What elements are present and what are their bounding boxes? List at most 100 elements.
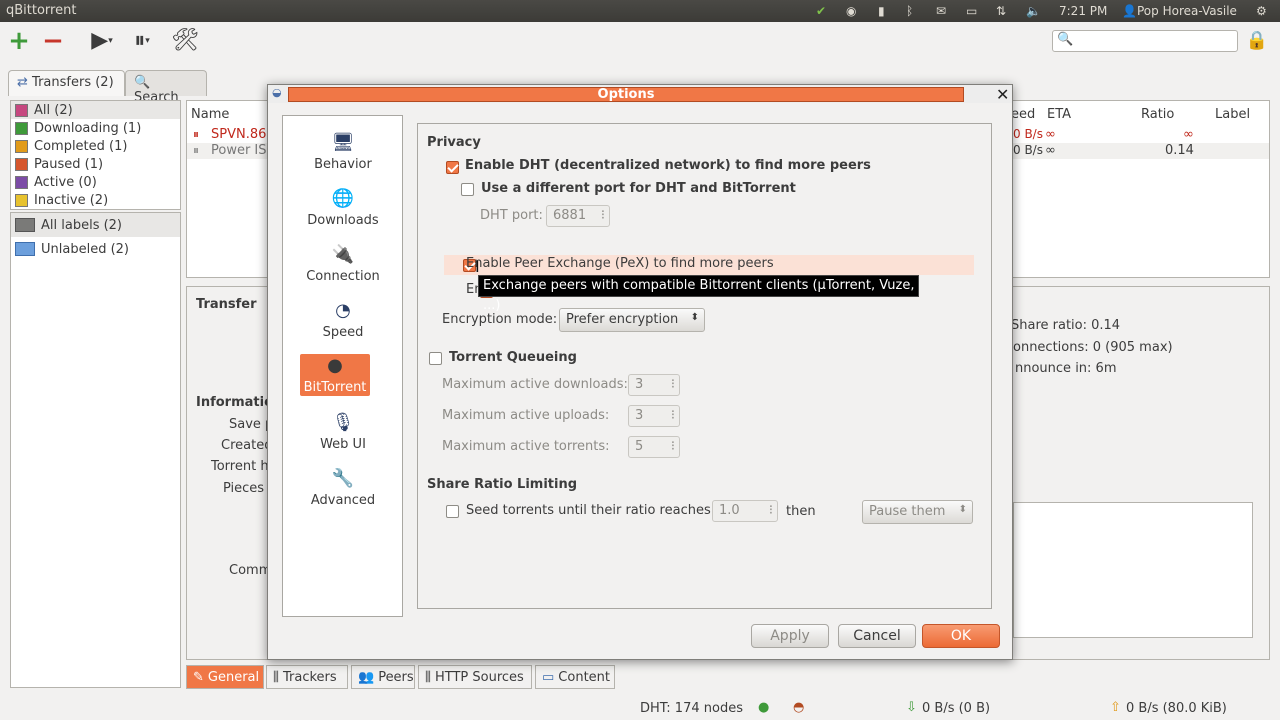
max-downloads-spinbox[interactable]: 3 [628,374,680,396]
dht-checkbox[interactable] [446,161,459,174]
cancel-button[interactable]: Cancel [838,624,916,648]
label-item-all[interactable]: All labels (2) [11,213,180,237]
tab-content-label: Content [558,669,610,685]
dht-port-spinbox[interactable]: 6881 [546,205,610,227]
battery-icon[interactable]: ▮ [878,2,885,20]
network-icon[interactable]: ⇅ [996,2,1006,20]
download-speed[interactable]: 0 B/s (0 B) [922,701,990,716]
filter-item-paused[interactable]: Paused (1) [11,155,180,173]
tab-general[interactable]: ✎ General [186,665,264,689]
column-header-name[interactable]: Name [191,107,229,122]
upload-arrow-icon: ⇧ [1110,700,1121,715]
completed-icon [15,139,28,153]
user-name[interactable]: Pop Horea-Vasile [1137,2,1237,20]
nav-behavior[interactable]: 🖥 Behavior [283,116,403,173]
row-eta: ∞ [1045,143,1056,158]
column-header-speed[interactable]: eed [1011,107,1035,122]
session-gear-icon[interactable]: ⚙ [1256,2,1267,20]
chat-icon[interactable]: ◉ [846,2,856,20]
connections-value: onnections: 0 (905 max) [1013,340,1173,355]
ok-button[interactable]: OK [922,624,1000,648]
update-icon[interactable]: ✔ [816,2,826,20]
tab-transfers[interactable]: ⇄ Transfers (2) [8,70,125,96]
start-icon[interactable]: ▶︎ ▾ [82,26,122,56]
nav-webui[interactable]: 🎙 Web UI [283,396,403,453]
dialog-menu-icon[interactable]: ◒ [272,86,282,99]
add-torrent-icon[interactable]: + [4,26,34,56]
upload-speed[interactable]: 0 B/s (80.0 KiB) [1126,701,1227,716]
nav-label: Speed [322,325,364,340]
apply-button[interactable]: Apply [751,624,829,648]
downloads-icon: 🌐 [331,188,355,209]
column-header-eta[interactable]: ETA [1047,107,1071,122]
webui-icon: 🎙 [331,412,355,433]
max-uploads-spinbox[interactable]: 3 [628,405,680,427]
nav-bittorrent[interactable]: ● BitTorrent [300,354,370,396]
max-torrents-spinbox[interactable]: 5 [628,436,680,458]
dht-status: DHT: 174 nodes [640,701,743,716]
connection-status-icon[interactable]: ● [758,700,769,715]
mail-icon[interactable]: ✉ [936,2,946,20]
dht-port-label: DHT port: [480,208,543,223]
tab-http-sources[interactable]: ⫼ HTTP Sources [418,665,532,689]
close-icon[interactable]: ✕ [996,85,1009,104]
row-eta: ∞ [1045,127,1056,142]
pex-tooltip: Exchange peers with compatible Bittorren… [478,275,919,313]
tab-content[interactable]: ▭ Content [535,665,615,689]
label-item-unlabeled[interactable]: Unlabeled (2) [11,237,180,261]
comment-label: Comm [229,563,272,578]
encryption-mode-select[interactable]: Prefer encryption ⬍ [559,308,705,332]
tab-search[interactable]: 🔍 Search [125,70,207,105]
behavior-icon: 🖥 [331,132,355,153]
ratio-action-select[interactable]: Pause them ⬍ [862,500,973,524]
download-arrow-icon: ⇩ [906,700,917,715]
filter-item-downloading[interactable]: Downloading (1) [11,119,180,137]
lock-icon[interactable]: 🔒 [1242,26,1272,56]
nav-label: Advanced [310,493,376,508]
max-downloads-label: Maximum active downloads: [442,377,628,392]
speed-limit-icon[interactable]: ◓ [793,700,804,715]
nav-connection[interactable]: 🔌 Connection [283,228,403,285]
filter-label: Completed (1) [34,138,128,154]
tab-peers[interactable]: 👥 Peers [351,665,415,689]
ratio-spinbox[interactable]: 1.0 [712,500,778,522]
remove-torrent-icon[interactable]: − [38,26,68,56]
diff-port-checkbox[interactable] [461,183,474,196]
dialog-titlebar[interactable]: ◒ Options ✕ [268,85,1012,104]
nav-label: Behavior [314,157,372,172]
reannounce-value: nnounce in: 6m [1015,361,1117,376]
peers-icon: 👥 [358,669,375,685]
column-header-ratio[interactable]: Ratio [1141,107,1174,122]
filter-item-inactive[interactable]: Inactive (2) [11,191,180,209]
power-icon[interactable]: ▭ [966,2,977,20]
advanced-icon: 🔧 [331,468,355,489]
label-text: All labels (2) [41,217,123,233]
row-speed: 0 B/s [1013,127,1043,141]
transfers-icon: ⇄ [17,75,28,90]
filter-item-active[interactable]: Active (0) [11,173,180,191]
torrent-hash-label: Torrent h [211,459,269,474]
volume-icon[interactable]: 🔈 [1026,2,1041,20]
share-ratio-heading: Share Ratio Limiting [427,477,578,492]
nav-speed[interactable]: ◔ Speed [283,284,403,341]
tab-trackers[interactable]: ⫼ Trackers [266,665,348,689]
filter-item-completed[interactable]: Completed (1) [11,137,180,155]
nav-advanced[interactable]: 🔧 Advanced [283,452,403,509]
column-header-label[interactable]: Label [1215,107,1250,122]
pause-icon[interactable]: ⏸ ▾ [122,26,162,56]
filter-item-all[interactable]: All (2) [11,101,180,119]
nav-downloads[interactable]: 🌐 Downloads [283,172,403,229]
system-top-bar: qBittorrent ✔ ◉ ▮ ᛒ ✉ ▭ ⇅ 🔈 7:21 PM 👤 Po… [0,0,1280,22]
clock[interactable]: 7:21 PM [1059,2,1107,20]
seed-ratio-checkbox[interactable] [446,505,459,518]
search-input[interactable]: 🔍 [1052,30,1238,52]
options-tools-icon[interactable]: 🛠 [170,26,200,56]
filter-label: Paused (1) [34,156,104,172]
paused-icon [15,157,28,171]
tab-http-sources-label: HTTP Sources [434,669,524,685]
paused-status-icon: ⏸ [193,143,200,157]
search-icon: 🔍 [1057,32,1074,47]
bluetooth-icon[interactable]: ᛒ [906,2,913,20]
filter-label: All (2) [34,102,73,118]
queueing-checkbox[interactable] [429,352,442,365]
